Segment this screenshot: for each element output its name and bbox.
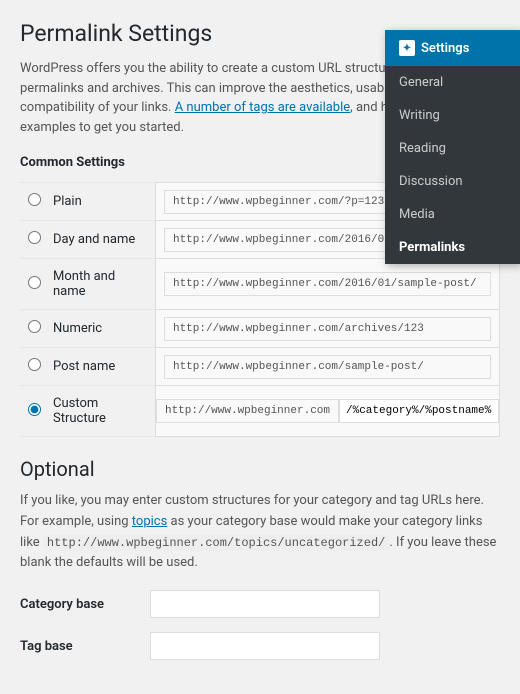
numeric-radio[interactable] [28,320,41,333]
sidebar-item-general[interactable]: General [385,66,520,99]
custom-structure-inputs: http://www.wpbeginner.com [156,399,499,423]
day-name-label: Day and name [45,221,155,259]
post-name-label: Post name [45,348,155,386]
custom-structure-radio[interactable] [28,403,41,416]
optional-title: Optional [20,457,500,481]
post-name-url: http://www.wpbeginner.com/sample-post/ [164,355,491,379]
table-row: Post name http://www.wpbeginner.com/samp… [20,348,500,386]
day-name-radio[interactable] [28,231,41,244]
example-url: http://www.wpbeginner.com/topics/uncateg… [43,535,389,551]
custom-url-input[interactable] [339,399,499,423]
settings-header-icon: ✦ [399,40,415,56]
sidebar-item-permalinks[interactable]: Permalinks [385,231,520,264]
sidebar-item-writing[interactable]: Writing [385,99,520,132]
month-name-radio[interactable] [28,276,41,289]
custom-structure-label: Custom Structure [45,386,155,437]
category-base-input[interactable] [150,590,380,618]
category-base-row: Category base [20,590,500,618]
sidebar-item-reading[interactable]: Reading [385,132,520,165]
table-row: Numeric http://www.wpbeginner.com/archiv… [20,310,500,348]
tag-base-row: Tag base [20,632,500,660]
table-row: Month and name http://www.wpbeginner.com… [20,259,500,310]
month-name-url: http://www.wpbeginner.com/2016/01/sample… [164,272,491,296]
optional-section: Optional If you like, you may enter cust… [20,457,500,660]
optional-description: If you like, you may enter custom struct… [20,491,500,574]
tags-available-link[interactable]: A number of tags are available [175,100,350,115]
month-name-label: Month and name [45,259,155,310]
plain-label: Plain [45,183,155,221]
numeric-label: Numeric [45,310,155,348]
category-base-label: Category base [20,597,150,612]
tag-base-input[interactable] [150,632,380,660]
tag-base-label: Tag base [20,639,150,654]
sidebar-item-discussion[interactable]: Discussion [385,165,520,198]
menu-header-label: Settings [421,41,469,56]
settings-dropdown-menu: ✦ Settings General Writing Reading Discu… [385,30,520,264]
topics-link[interactable]: topics [132,514,168,529]
plain-radio[interactable] [28,193,41,206]
custom-url-prefix: http://www.wpbeginner.com [156,399,339,423]
numeric-url: http://www.wpbeginner.com/archives/123 [164,317,491,341]
table-row: Custom Structure http://www.wpbeginner.c… [20,386,500,437]
sidebar-item-media[interactable]: Media [385,198,520,231]
post-name-radio[interactable] [28,358,41,371]
menu-header: ✦ Settings [385,30,520,66]
